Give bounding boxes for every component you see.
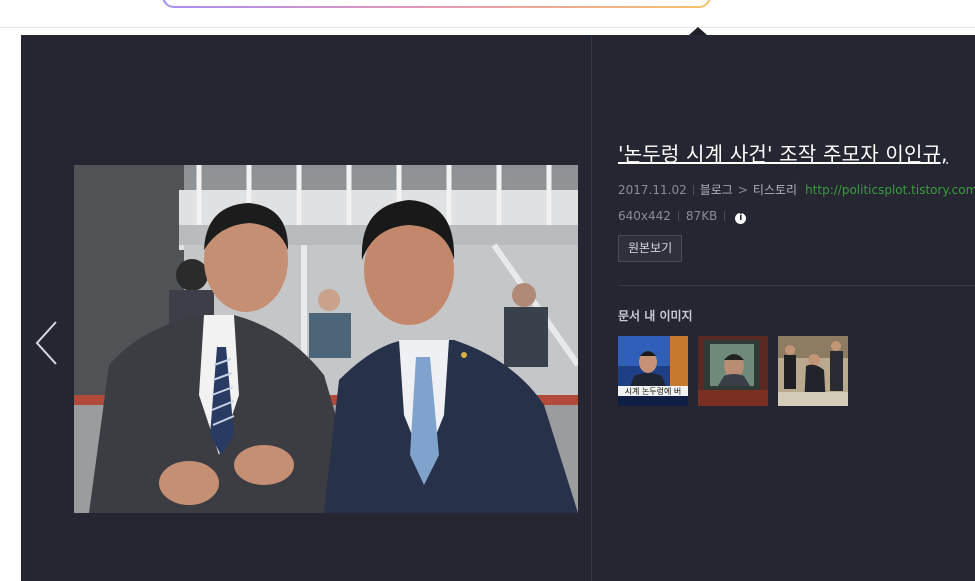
panel-divider xyxy=(591,35,592,581)
panel-pointer xyxy=(689,27,707,35)
view-original-button[interactable]: 원본보기 xyxy=(618,235,683,262)
image-meta-row: 2017.11.02 블로그 > 티스토리 http://politicsplot.ti… xyxy=(618,181,975,198)
news-anchor-thumbnail[interactable]: 시계 논두렁에 버 xyxy=(618,336,688,406)
image-size-row: 640x442 87KB i xyxy=(618,209,747,224)
news-anchor-image: 시계 논두렁에 버 xyxy=(618,336,688,406)
bowing-men-image xyxy=(778,336,848,406)
bowing-men-thumbnail[interactable] xyxy=(778,336,848,406)
size-separator-1 xyxy=(677,211,679,221)
source-name-link[interactable]: 티스토리 xyxy=(753,183,797,197)
image-date: 2017.11.02 xyxy=(618,183,687,197)
source-type-link[interactable]: 블로그 xyxy=(700,183,733,197)
top-bar xyxy=(0,0,975,28)
image-title-link[interactable]: '논두렁 시계 사건' 조작 주모자 이인규, xyxy=(618,138,948,167)
image-dimensions: 640x442 xyxy=(618,209,671,223)
search-box[interactable] xyxy=(162,0,711,8)
man-in-car-thumbnail[interactable] xyxy=(698,336,768,406)
breadcrumb-separator: > xyxy=(737,183,748,197)
section-divider xyxy=(618,285,975,286)
source-url-link[interactable]: http://politicsplot.tistory.com/345 xyxy=(805,183,975,197)
search-box-inner[interactable] xyxy=(164,0,709,6)
image-file-size: 87KB xyxy=(685,209,718,223)
size-separator-2 xyxy=(724,211,726,221)
image-info-panel: '논두렁 시계 사건' 조작 주모자 이인규, 2017.11.02 블로그 > 티스… xyxy=(618,35,975,581)
image-stage xyxy=(21,35,591,581)
meta-separator xyxy=(692,185,694,195)
info-icon[interactable]: i xyxy=(735,213,747,224)
thumbnail-caption: 시계 논두렁에 버 xyxy=(625,386,682,396)
image-viewer-panel: '논두렁 시계 사건' 조작 주모자 이인규, 2017.11.02 블로그 > 티스… xyxy=(21,35,975,581)
main-photo[interactable] xyxy=(74,165,578,513)
photo-illustration xyxy=(74,165,578,513)
chevron-left-icon[interactable] xyxy=(34,320,60,366)
related-images-title: 문서 내 이미지 xyxy=(618,309,693,323)
man-in-car-image xyxy=(698,336,768,406)
